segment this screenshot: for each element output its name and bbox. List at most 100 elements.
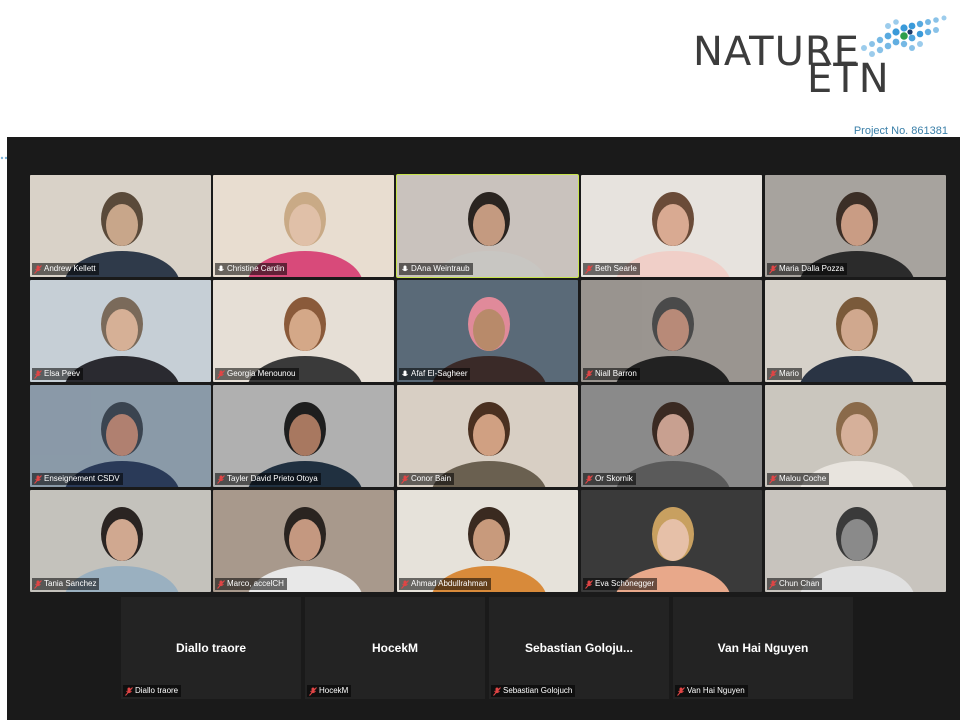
participant-name: Elsa Peev	[44, 369, 81, 378]
participant-video-frame	[765, 175, 946, 277]
participant-video-frame	[213, 280, 394, 382]
project-number: Project No. 861381	[853, 125, 948, 137]
participant-video-frame	[30, 175, 211, 277]
mic-muted-icon	[309, 686, 317, 696]
participant-video-frame	[765, 280, 946, 382]
participant-name-tag: Beth Searle	[583, 263, 640, 275]
participant-video-tile[interactable]: Chun Chan	[765, 490, 946, 592]
nature-etn-logo: NATURE ETN	[690, 14, 952, 102]
participant-video-off-tile[interactable]: Diallo traore Diallo traore	[121, 597, 301, 699]
participant-name-tag: Malou Coche	[767, 473, 830, 485]
participant-name-tag: Chun Chan	[767, 578, 823, 590]
participant-name: Marco, accelCH	[227, 579, 284, 588]
mic-muted-icon	[769, 264, 777, 274]
participant-name: Mario	[779, 369, 800, 378]
participant-video-tile[interactable]: Enseignement CSDV	[30, 385, 211, 487]
participant-name-tag: Tania Sanchez	[32, 578, 100, 590]
mic-muted-icon	[585, 474, 593, 484]
participant-name: Maria Dalla Pozza	[779, 264, 844, 273]
dna-helix-icon	[861, 15, 947, 57]
participant-video-frame	[213, 175, 394, 277]
mic-muted-icon	[401, 474, 409, 484]
mic-muted-icon	[677, 686, 685, 696]
participant-video-off-tile[interactable]: Sebastian Goloju... Sebastian Golojuch	[489, 597, 669, 699]
participant-video-frame	[765, 490, 946, 592]
participant-video-tile[interactable]: Mario	[765, 280, 946, 382]
participant-video-tile[interactable]: Conor Bain	[397, 385, 578, 487]
participant-video-off-tile[interactable]: HocekM HocekM	[305, 597, 485, 699]
participant-name: Or Skornik	[595, 474, 633, 483]
participant-display-name: Diallo traore	[175, 641, 247, 655]
mic-muted-icon	[34, 369, 42, 379]
mic-muted-icon	[125, 686, 133, 696]
participant-video-tile[interactable]: Malou Coche	[765, 385, 946, 487]
participant-name-tag: Van Hai Nguyen	[675, 685, 748, 697]
mic-muted-icon	[769, 579, 777, 589]
participant-name-tag: Elsa Peev	[32, 368, 84, 380]
mic-muted-icon	[769, 369, 777, 379]
mic-muted-icon	[217, 369, 225, 379]
mic-muted-icon	[217, 579, 225, 589]
participant-video-tile[interactable]: Andrew Kellett	[30, 175, 211, 277]
participant-name: Enseignement CSDV	[44, 474, 120, 483]
participant-video-tile[interactable]: Eva Schönegger	[581, 490, 762, 592]
participant-name-tag: Enseignement CSDV	[32, 473, 123, 485]
participant-name-tag: Andrew Kellett	[32, 263, 99, 275]
participant-video-frame	[397, 175, 578, 277]
participant-name: Tania Sanchez	[44, 579, 97, 588]
mic-muted-icon	[34, 474, 42, 484]
mic-muted-icon	[769, 474, 777, 484]
participant-name-tag: HocekM	[307, 685, 352, 697]
participant-name: Eva Schönegger	[595, 579, 655, 588]
participant-video-frame	[213, 385, 394, 487]
participant-display-name: Van Hai Nguyen	[717, 641, 809, 655]
participant-name-tag: Marco, accelCH	[215, 578, 287, 590]
logo-word-etn: ETN	[807, 56, 890, 102]
participant-name: Van Hai Nguyen	[687, 686, 745, 695]
mic-muted-icon	[585, 579, 593, 589]
participant-video-off-tile[interactable]: Van Hai Nguyen Van Hai Nguyen	[673, 597, 853, 699]
participant-video-frame	[30, 490, 211, 592]
participant-video-tile[interactable]: Tania Sanchez	[30, 490, 211, 592]
participant-video-tile[interactable]: Christine Cardin	[213, 175, 394, 277]
participant-name-tag: Mario	[767, 368, 803, 380]
participant-video-tile[interactable]: Or Skornik	[581, 385, 762, 487]
participant-name-tag: Tayler David Prieto Otoya	[215, 473, 321, 485]
participant-video-frame	[397, 385, 578, 487]
participant-name-tag: Maria Dalla Pozza	[767, 263, 847, 275]
participant-name-tag: Georgia Menounou	[215, 368, 299, 380]
participant-video-tile[interactable]: Ahmad Abdullrahman	[397, 490, 578, 592]
mic-muted-icon	[493, 686, 501, 696]
participant-name-tag: Eva Schönegger	[583, 578, 658, 590]
mic-icon	[217, 265, 225, 274]
mic-icon	[401, 265, 409, 274]
participant-display-name: HocekM	[371, 641, 418, 655]
participant-name: Niall Barron	[595, 369, 637, 378]
participant-video-frame	[581, 280, 762, 382]
participant-video-frame	[581, 490, 762, 592]
participant-video-tile[interactable]: DAna Weintraub	[396, 174, 579, 278]
participant-video-tile[interactable]: Niall Barron	[581, 280, 762, 382]
mic-muted-icon	[34, 579, 42, 589]
participant-display-name: Sebastian Goloju...	[524, 641, 634, 655]
participant-video-tile[interactable]: Beth Searle	[581, 175, 762, 277]
participant-video-frame	[581, 175, 762, 277]
participant-name: Christine Cardin	[227, 264, 285, 273]
participant-video-tile[interactable]: Elsa Peev	[30, 280, 211, 382]
zoom-gallery-view: Andrew Kellett Christine Cardin DAna Weint…	[7, 137, 960, 720]
participant-name-tag: Diallo traore	[123, 685, 182, 697]
participant-name: Chun Chan	[779, 579, 820, 588]
participant-video-frame	[397, 490, 578, 592]
participant-video-tile[interactable]: Tayler David Prieto Otoya	[213, 385, 394, 487]
participant-name: Diallo traore	[135, 686, 179, 695]
participant-video-frame	[30, 280, 211, 382]
participant-video-tile[interactable]: Georgia Menounou	[213, 280, 394, 382]
participant-video-tile[interactable]: Maria Dalla Pozza	[765, 175, 946, 277]
mic-muted-icon	[217, 474, 225, 484]
mic-icon	[401, 370, 409, 379]
participant-name: Andrew Kellett	[44, 264, 96, 273]
participant-name-tag: Ahmad Abdullrahman	[399, 578, 491, 590]
participant-name: Beth Searle	[595, 264, 637, 273]
participant-video-tile[interactable]: Marco, accelCH	[213, 490, 394, 592]
participant-video-tile[interactable]: Afaf El-Sagheer	[397, 280, 578, 382]
